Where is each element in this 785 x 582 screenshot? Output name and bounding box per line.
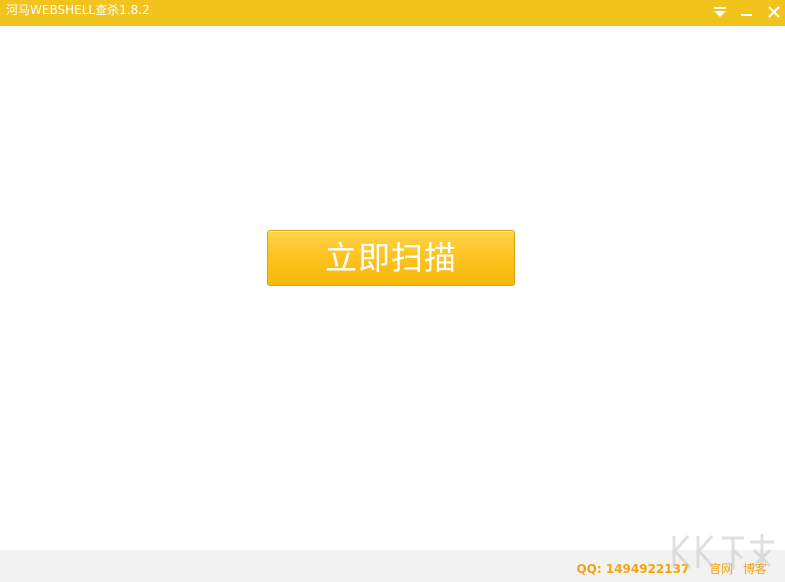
minimize-icon	[741, 14, 752, 16]
close-icon	[768, 6, 780, 18]
dropdown-menu-icon	[714, 7, 726, 17]
watermark-logo	[672, 534, 774, 570]
title-bar: 河马WEBSHELL查杀1.8.2	[0, 0, 785, 26]
window-title: 河马WEBSHELL查杀1.8.2	[6, 3, 150, 17]
menu-button[interactable]	[710, 2, 730, 22]
main-area: 立即扫描	[0, 26, 785, 550]
close-button[interactable]	[764, 2, 784, 22]
scan-now-button[interactable]: 立即扫描	[267, 230, 515, 286]
minimize-button[interactable]	[737, 2, 757, 22]
